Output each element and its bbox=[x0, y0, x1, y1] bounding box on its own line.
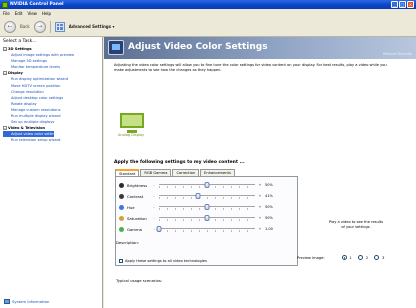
slider-thumb[interactable] bbox=[156, 226, 162, 232]
apply-all-checkbox[interactable] bbox=[119, 259, 123, 263]
window-controls: _ □ × bbox=[391, 1, 414, 8]
slider-ticks bbox=[159, 197, 255, 199]
collapse-icon[interactable]: - bbox=[3, 126, 7, 131]
page-title: Adjust Video Color Settings bbox=[128, 42, 268, 52]
collapse-icon[interactable]: - bbox=[3, 47, 7, 52]
toolbar: ← Back → Advanced Settings ▾ bbox=[0, 17, 416, 37]
display-icon[interactable] bbox=[120, 113, 144, 133]
hue-slider[interactable] bbox=[159, 204, 255, 210]
decrement-button[interactable]: - bbox=[149, 183, 159, 187]
home-grid-icon[interactable] bbox=[54, 21, 65, 32]
contrast-icon bbox=[119, 193, 124, 199]
saturation-icon bbox=[119, 215, 124, 221]
saturation-slider[interactable] bbox=[159, 215, 255, 221]
apply-all-label: Apply these settings to all video techno… bbox=[125, 259, 207, 263]
slider-row-brightness: Brightness - +50% bbox=[119, 180, 297, 190]
description-label: Description: bbox=[116, 240, 139, 245]
minimize-button[interactable]: _ bbox=[391, 1, 398, 8]
slider-row-saturation: Saturation - +50% bbox=[119, 213, 297, 223]
slider-thumb[interactable] bbox=[204, 182, 210, 188]
main-content: Adjust Video Color Settings Restore Defa… bbox=[104, 37, 416, 308]
contrast-slider[interactable] bbox=[159, 193, 255, 199]
menu-view[interactable]: View bbox=[27, 11, 37, 16]
advanced-settings-button[interactable]: Advanced Settings ▾ bbox=[69, 24, 115, 29]
slider-label: Gamma bbox=[127, 226, 142, 232]
slider-value: 1.00 bbox=[265, 227, 273, 231]
slider-row-contrast: Contrast - +41% bbox=[119, 191, 297, 201]
task-sidebar: Select a Task... -3D Settings Adjust ima… bbox=[0, 37, 103, 308]
slider-ticks bbox=[159, 230, 255, 232]
restore-defaults-link[interactable]: Restore Defaults bbox=[383, 52, 412, 56]
nvidia-logo-icon bbox=[2, 1, 8, 8]
menu-edit[interactable]: Edit bbox=[15, 11, 23, 16]
intro-text: Adjusting the video color settings will … bbox=[114, 63, 387, 72]
title-bar: NVIDIA Control Panel _ □ × bbox=[0, 0, 416, 9]
hue-icon bbox=[119, 204, 124, 210]
collapse-icon[interactable]: - bbox=[3, 71, 7, 76]
menu-bar: File Edit View Help bbox=[0, 9, 416, 17]
gamma-icon bbox=[119, 226, 124, 232]
increment-button[interactable]: + bbox=[255, 205, 265, 209]
settings-panel: Brightness - +50% Contrast - +41% Hue - +50% Satu… bbox=[115, 176, 298, 266]
apply-heading: Apply the following settings to my video… bbox=[114, 160, 245, 165]
display-label: Analog Display bbox=[118, 133, 145, 137]
preview-radio-label: 3 bbox=[382, 255, 385, 260]
back-arrow-icon: ← bbox=[7, 23, 13, 30]
preview-image-label: Preview image: bbox=[297, 255, 325, 260]
slider-thumb[interactable] bbox=[204, 215, 210, 221]
system-info-label: System Information bbox=[12, 299, 50, 304]
window-title: NVIDIA Control Panel bbox=[10, 2, 64, 7]
preview-note: Play a video to see the results of your … bbox=[328, 220, 384, 229]
toolbar-separator bbox=[49, 20, 51, 33]
preview-radio-2[interactable] bbox=[357, 255, 363, 260]
decrement-button[interactable]: - bbox=[149, 194, 159, 198]
gamma-slider[interactable] bbox=[156, 226, 255, 232]
back-button[interactable]: ← bbox=[4, 20, 16, 33]
slider-label: Hue bbox=[127, 204, 135, 210]
slider-label: Saturation bbox=[127, 215, 147, 221]
increment-button[interactable]: + bbox=[255, 194, 265, 198]
tree-item-tv-wizard[interactable]: Run television setup wizard bbox=[3, 137, 102, 143]
slider-value: 50% bbox=[265, 183, 273, 187]
slider-row-gamma: Gamma - +1.00 bbox=[119, 224, 297, 234]
decrement-button[interactable]: - bbox=[149, 216, 159, 220]
task-header: Select a Task... bbox=[3, 39, 37, 44]
increment-button[interactable]: + bbox=[255, 183, 265, 187]
preview-radio-label: 1 bbox=[349, 255, 352, 260]
system-information-link[interactable]: System Information bbox=[4, 299, 49, 304]
back-label: Back bbox=[20, 24, 30, 29]
brightness-icon bbox=[119, 182, 124, 188]
menu-file[interactable]: File bbox=[3, 11, 10, 16]
slider-thumb[interactable] bbox=[204, 204, 210, 210]
increment-button[interactable]: + bbox=[255, 216, 265, 220]
page-banner: Adjust Video Color Settings Restore Defa… bbox=[104, 37, 416, 59]
menu-help[interactable]: Help bbox=[42, 11, 51, 16]
slider-value: 50% bbox=[265, 205, 273, 209]
slider-value: 50% bbox=[265, 216, 273, 220]
system-info-icon bbox=[4, 299, 10, 304]
usage-scenarios-label: Typical usage scenarios: bbox=[116, 278, 163, 283]
preview-image-options: Preview image: 1 2 3 bbox=[297, 255, 387, 260]
increment-button[interactable]: + bbox=[255, 227, 265, 231]
slider-label: Contrast bbox=[127, 193, 144, 199]
maximize-button[interactable]: □ bbox=[399, 1, 406, 8]
slider-value: 41% bbox=[265, 194, 273, 198]
slider-label: Brightness bbox=[127, 182, 148, 188]
preview-radio-3[interactable] bbox=[374, 255, 380, 260]
video-settings-icon bbox=[108, 40, 124, 55]
decrement-button[interactable]: - bbox=[149, 205, 159, 209]
task-tree: -3D Settings Adjust image settings with … bbox=[0, 46, 102, 144]
slider-thumb[interactable] bbox=[195, 193, 201, 199]
forward-button[interactable]: → bbox=[33, 20, 46, 33]
slider-row-hue: Hue - +50% bbox=[119, 202, 297, 212]
brightness-slider[interactable] bbox=[159, 182, 255, 188]
preview-radio-label: 2 bbox=[365, 255, 369, 260]
close-button[interactable]: × bbox=[407, 1, 414, 8]
apply-all-checkbox-row[interactable]: Apply these settings to all video techno… bbox=[119, 259, 207, 263]
preview-radio-1[interactable] bbox=[341, 255, 347, 260]
forward-arrow-icon: → bbox=[37, 23, 43, 30]
